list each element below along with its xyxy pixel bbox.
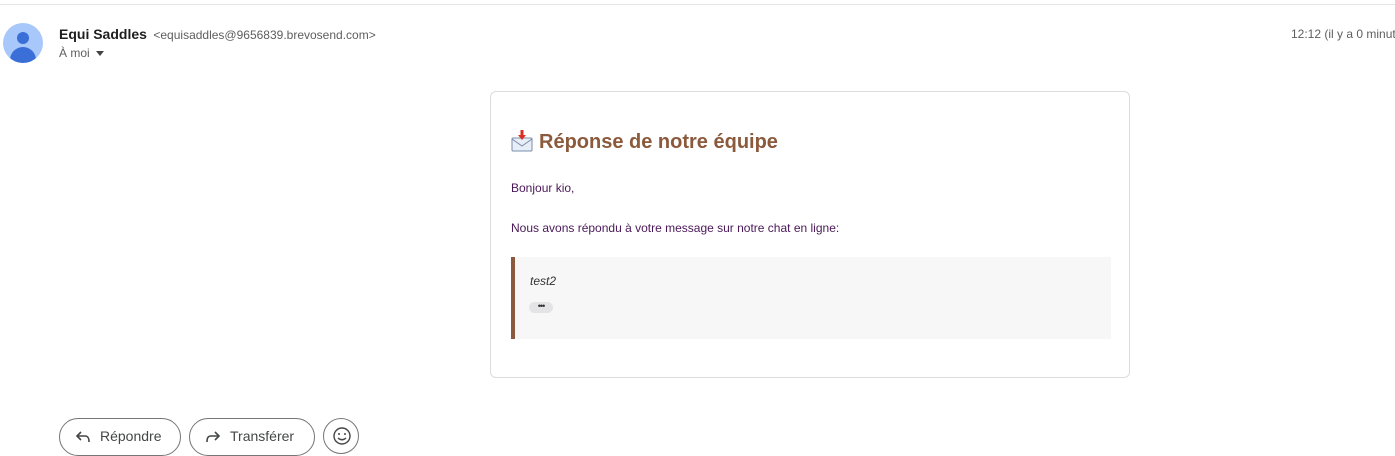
reply-label: Répondre xyxy=(100,428,162,444)
quoted-message: test2 ••• xyxy=(511,257,1111,339)
header-divider xyxy=(0,4,1395,5)
email-timestamp: 12:12 (il y a 0 minute xyxy=(1291,27,1395,41)
email-title-text: Réponse de notre équipe xyxy=(539,131,778,153)
avatar-body xyxy=(10,47,36,63)
sender-email: <equisaddles@9656839.brevosend.com> xyxy=(153,28,376,42)
sender-avatar[interactable] xyxy=(3,23,43,63)
incoming-envelope-icon xyxy=(511,130,533,152)
emoji-reaction-button[interactable] xyxy=(323,418,359,454)
recipient-toggle[interactable]: À moi xyxy=(59,46,104,60)
email-greeting: Bonjour kio, xyxy=(511,181,575,195)
smiley-icon xyxy=(333,427,351,445)
chevron-down-icon[interactable] xyxy=(95,51,104,57)
reply-icon xyxy=(75,431,90,443)
forward-icon xyxy=(206,431,221,443)
sender-line: Equi Saddles <equisaddles@9656839.brevos… xyxy=(59,26,376,44)
sender-name[interactable]: Equi Saddles xyxy=(59,26,147,42)
forward-button[interactable]: Transférer xyxy=(189,418,315,456)
recipient-label: À moi xyxy=(59,46,90,60)
avatar-head xyxy=(17,32,29,44)
email-title: Réponse de notre équipe xyxy=(511,130,778,154)
email-card: Réponse de notre équipe Bonjour kio, Nou… xyxy=(490,91,1130,378)
show-trimmed-content-button[interactable]: ••• xyxy=(529,302,553,313)
email-message: Nous avons répondu à votre message sur n… xyxy=(511,221,840,235)
reply-button[interactable]: Répondre xyxy=(59,418,181,456)
forward-label: Transférer xyxy=(230,428,295,444)
quoted-text: test2 xyxy=(530,274,557,288)
